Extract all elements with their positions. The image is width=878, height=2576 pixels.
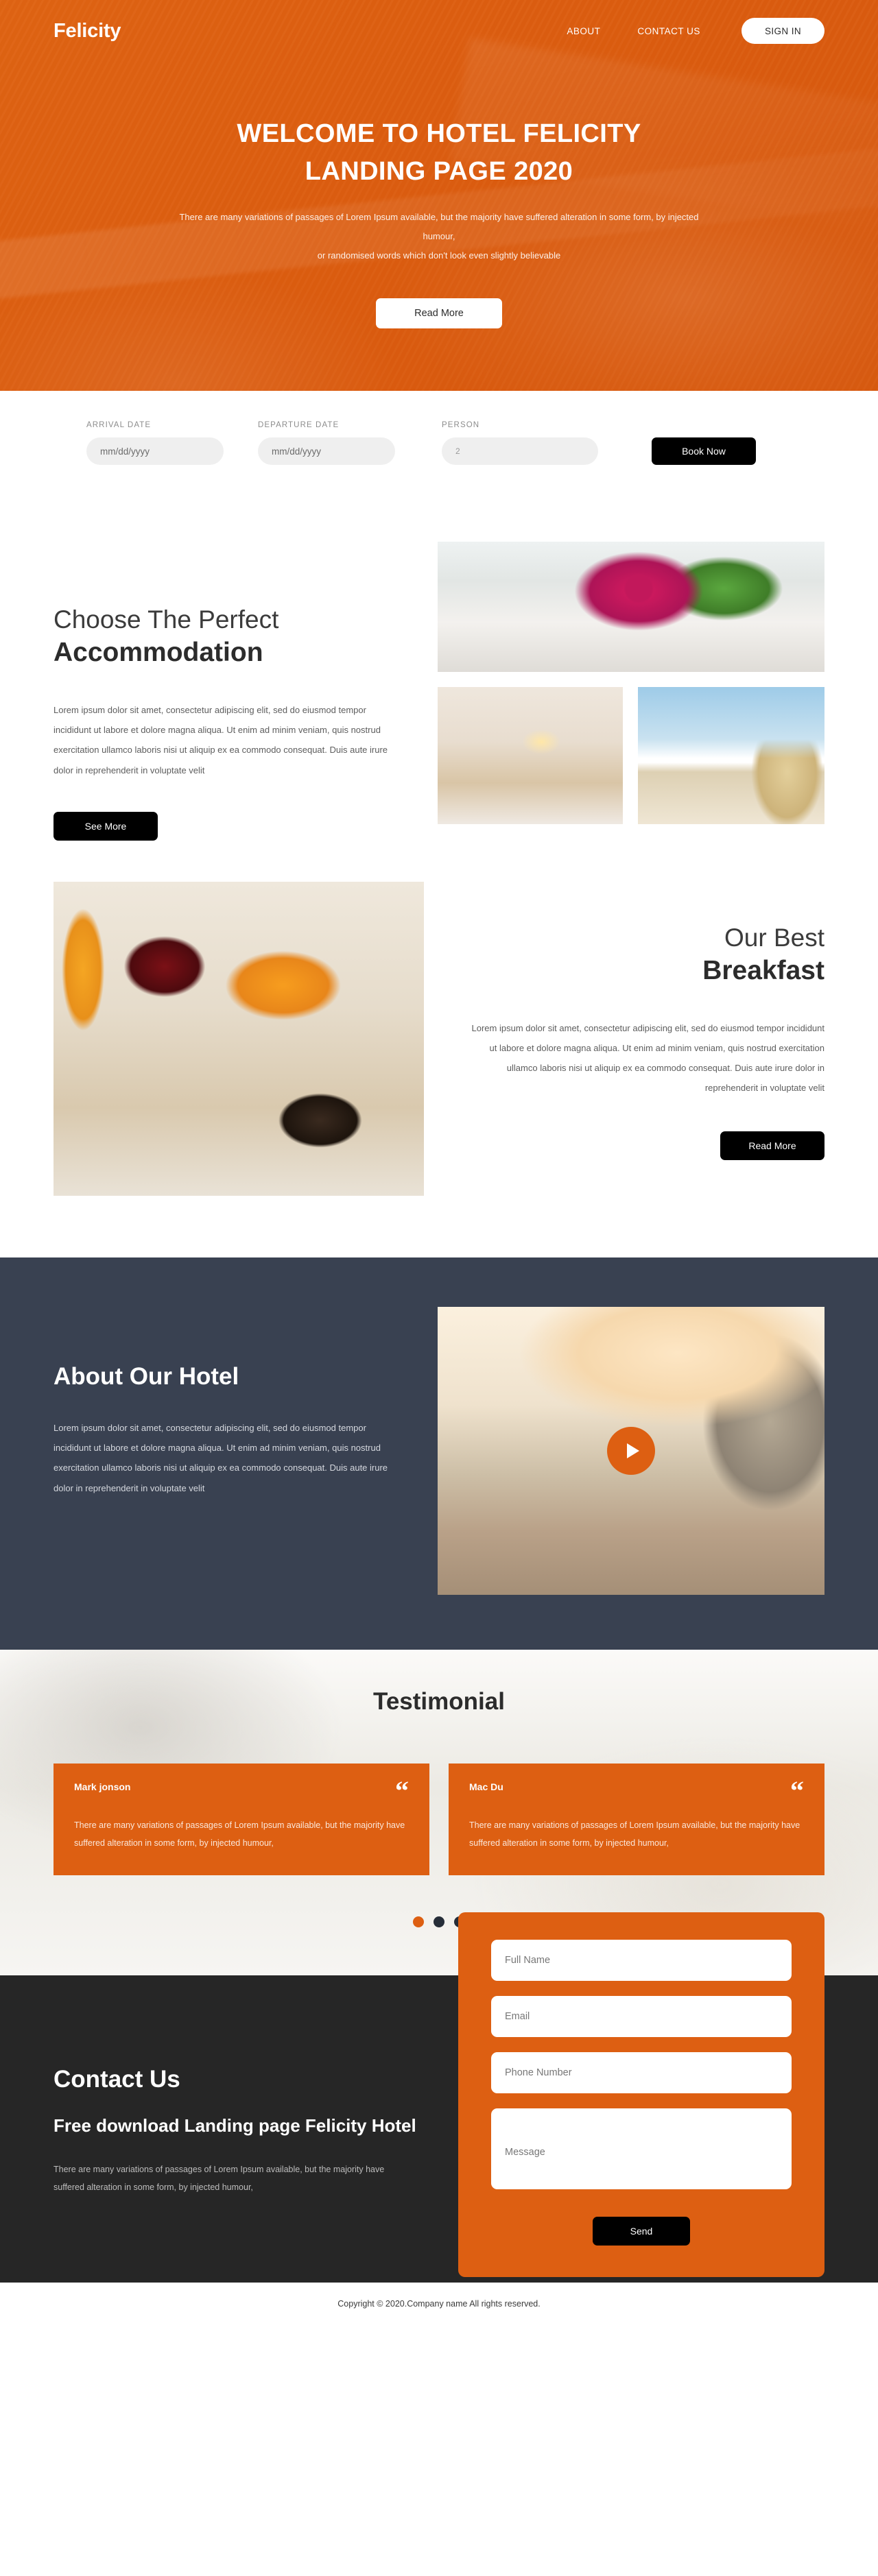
accommodation-title-light: Choose The Perfect [54,605,279,634]
contact-text-column: Contact Us Free download Landing page Fe… [54,2056,458,2196]
hero-subtitle: There are many variations of passages of… [178,208,700,265]
hero-subtitle-line-1: There are many variations of passages of… [179,211,699,241]
accommodation-title-bold: Accommodation [54,638,263,668]
about-inner: About Our Hotel Lorem ipsum dolor sit am… [54,1306,824,1595]
breakfast-title-bold: Breakfast [702,955,824,985]
main-navigation: Felicity ABOUT CONTACT US SIGN IN [0,0,878,62]
arrival-date-label: ARRIVAL DATE [86,421,152,429]
hero-title-line-2: LANDING PAGE 2020 [305,157,573,186]
copyright-text: Copyright © 2020.Company name All rights… [337,2299,541,2309]
carousel-dot-1[interactable] [413,1916,424,1928]
contact-body-text: There are many variations of passages of… [54,2164,385,2192]
carousel-dot-2[interactable] [434,1916,444,1928]
about-body-text: Lorem ipsum dolor sit amet, consectetur … [54,1422,388,1493]
hero-read-more-button[interactable]: Read More [376,298,502,328]
arrival-date-field: ARRIVAL DATE [86,421,258,465]
testimonial-quote-text: There are many variations of passages of… [74,1820,405,1848]
accommodation-section: Choose The Perfect Accommodation Lorem i… [0,514,878,841]
nav-links-group: ABOUT CONTACT US SIGN IN [567,18,824,44]
message-textarea[interactable] [491,2108,792,2190]
testimonial-card: Mac Du “ There are many variations of pa… [449,1763,824,1876]
quote-icon: “ [395,1774,409,1806]
play-icon[interactable] [607,1426,655,1475]
full-name-input[interactable] [491,1940,792,1982]
email-input[interactable] [491,1996,792,2038]
breakfast-inner: Our Best Breakfast Lorem ipsum dolor sit… [54,841,824,1257]
about-video-column [438,1306,824,1595]
hero-content: WELCOME TO HOTEL FELICITY LANDING PAGE 2… [0,62,878,328]
about-section: About Our Hotel Lorem ipsum dolor sit am… [0,1257,878,1650]
accommodation-text-column: Choose The Perfect Accommodation Lorem i… [54,542,438,841]
contact-title: Contact Us [54,2066,180,2093]
testimonial-author-name: Mac Du [469,1781,503,1792]
book-now-button[interactable]: Book Now [652,437,756,465]
departure-date-field: DEPARTURE DATE [258,421,442,465]
breakfast-title-light: Our Best [724,923,824,952]
phone-number-input[interactable] [491,2052,792,2094]
breakfast-body-text: Lorem ipsum dolor sit amet, consectetur … [471,1022,824,1094]
contact-section: Contact Us Free download Landing page Fe… [0,1912,878,2283]
about-text-column: About Our Hotel Lorem ipsum dolor sit am… [54,1307,438,1595]
breakfast-image [54,881,424,1196]
accommodation-image-greece [638,687,824,824]
nav-link-about[interactable]: ABOUT [567,26,600,36]
hero-title-line-1: WELCOME TO HOTEL FELICITY [237,119,641,148]
breakfast-section: Our Best Breakfast Lorem ipsum dolor sit… [0,841,878,1257]
nav-link-contact-us[interactable]: CONTACT US [637,26,700,36]
breakfast-read-more-button[interactable]: Read More [720,1131,824,1160]
accommodation-image-room [438,687,623,824]
accommodation-image-row [438,687,824,824]
contact-form-card: Send [458,1912,824,2278]
departure-date-label: DEPARTURE DATE [258,421,340,429]
person-field: PERSON [442,421,648,465]
send-button[interactable]: Send [593,2217,690,2246]
brand-logo[interactable]: Felicity [54,20,121,43]
hero-subtitle-line-2: or randomised words which don't look eve… [317,250,561,261]
person-label: PERSON [442,421,480,429]
testimonial-title: Testimonial [373,1687,505,1715]
page-footer: Copyright © 2020.Company name All rights… [0,2283,878,2326]
testimonial-card: Mark jonson “ There are many variations … [54,1763,429,1876]
testimonial-card-list: Mark jonson “ There are many variations … [54,1763,824,1876]
accommodation-image-towels [438,542,824,672]
testimonial-card-header: Mac Du “ [469,1774,804,1806]
send-button-wrapper: Send [491,2217,792,2246]
about-title: About Our Hotel [54,1362,239,1390]
booking-bar-wrapper: ARRIVAL DATE DEPARTURE DATE PERSON Book … [0,391,878,514]
see-more-button[interactable]: See More [54,811,158,841]
accommodation-image-grid [438,542,824,841]
testimonial-card-header: Mark jonson “ [74,1774,409,1806]
booking-form-card: ARRIVAL DATE DEPARTURE DATE PERSON Book … [54,391,815,494]
sign-in-button[interactable]: SIGN IN [741,18,824,44]
accommodation-body-text: Lorem ipsum dolor sit amet, consectetur … [54,704,388,775]
departure-date-input[interactable] [258,437,395,465]
accommodation-inner: Choose The Perfect Accommodation Lorem i… [54,514,824,841]
play-triangle-icon [626,1443,639,1458]
testimonial-author-name: Mark jonson [74,1781,131,1792]
arrival-date-input[interactable] [86,437,224,465]
breakfast-text-column: Our Best Breakfast Lorem ipsum dolor sit… [424,882,824,1196]
person-input[interactable] [442,437,598,465]
contact-subtitle: Free download Landing page Felicity Hote… [54,2115,416,2136]
testimonial-inner: Testimonial Mark jonson “ There are many… [54,1687,824,1928]
testimonial-quote-text: There are many variations of passages of… [469,1820,800,1848]
quote-icon: “ [790,1774,804,1806]
hero-title: WELCOME TO HOTEL FELICITY LANDING PAGE 2… [0,115,878,191]
